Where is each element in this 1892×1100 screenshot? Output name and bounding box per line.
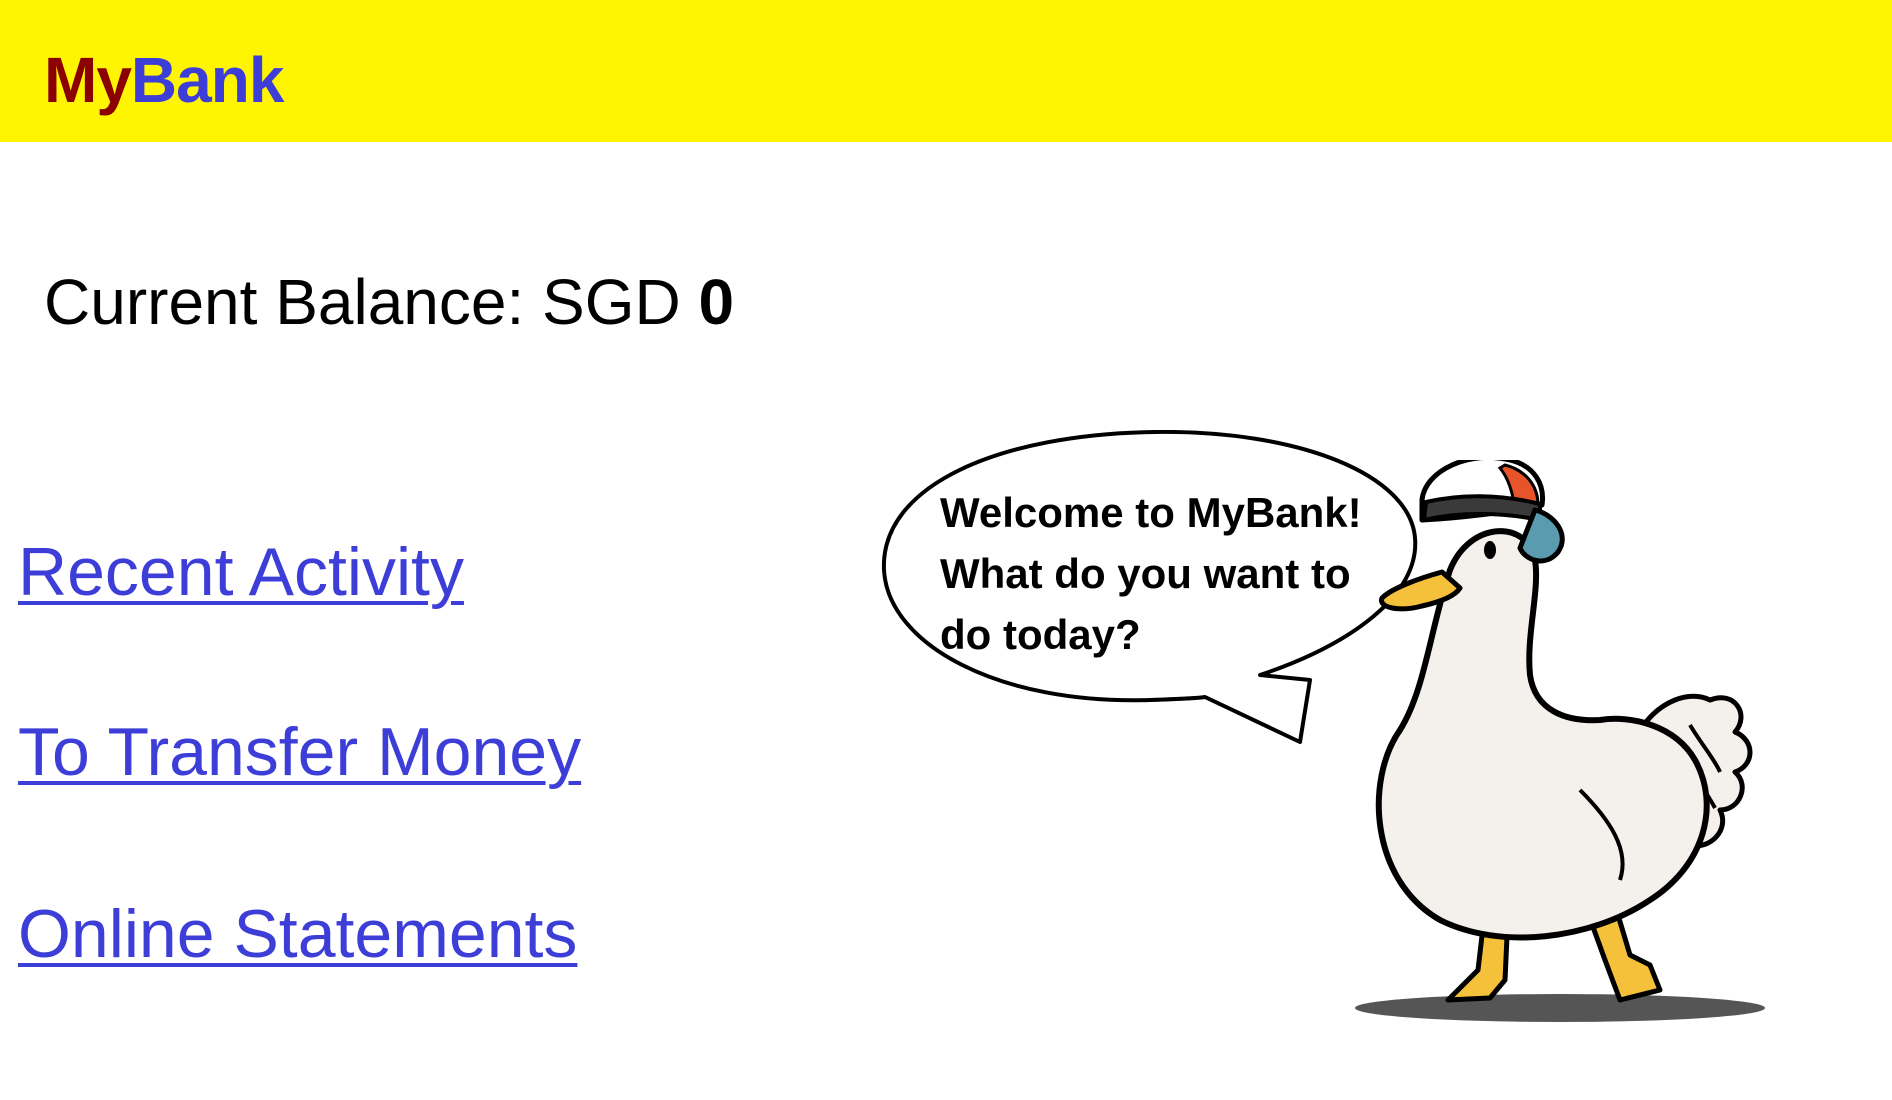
logo-bank-text: Bank: [130, 44, 284, 116]
recent-activity-link[interactable]: Recent Activity: [18, 532, 464, 612]
logo-my-text: My: [44, 44, 132, 116]
duck-mascot-icon: [1355, 460, 1765, 1022]
balance-amount: 0: [698, 266, 735, 338]
header-bar: MyBank: [0, 0, 1892, 142]
current-balance: Current Balance: SGD 0: [44, 262, 734, 342]
online-statements-link[interactable]: Online Statements: [18, 894, 577, 974]
mybank-logo[interactable]: MyBank: [44, 44, 284, 116]
balance-label: Current Balance: SGD: [44, 266, 699, 338]
transfer-money-link[interactable]: To Transfer Money: [18, 712, 581, 792]
